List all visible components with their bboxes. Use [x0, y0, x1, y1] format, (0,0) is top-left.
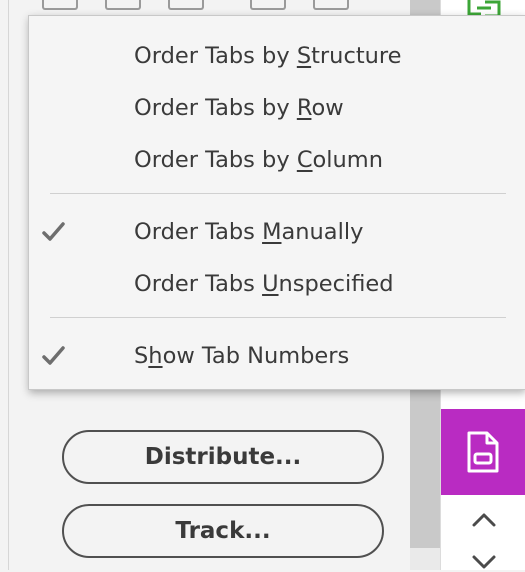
menu-item-label: Show Tab Numbers	[134, 343, 350, 369]
active-tool-button[interactable]	[441, 409, 525, 495]
menu-item-order-unspecified[interactable]: Order Tabs Unspecified	[29, 261, 525, 307]
menu-item-show-tab-numbers[interactable]: Show Tab Numbers	[29, 333, 525, 379]
chevron-up-icon[interactable]	[470, 510, 498, 530]
checkmark-icon	[42, 222, 65, 241]
menu-item-label: Order Tabs by Row	[134, 95, 344, 121]
menu-item-label: Order Tabs by Structure	[134, 43, 402, 69]
align-left-icon[interactable]	[42, 0, 78, 10]
menu-separator	[50, 317, 506, 318]
document-save-icon	[467, 431, 499, 473]
panel-divider	[8, 0, 9, 570]
checkmark-icon	[42, 346, 65, 365]
menu-separator	[50, 193, 506, 194]
align-right-icon[interactable]	[168, 0, 204, 10]
menu-item-order-by-column[interactable]: Order Tabs by Column	[29, 137, 525, 183]
match-height-icon[interactable]	[313, 0, 349, 10]
menu-item-order-by-structure[interactable]: Order Tabs by Structure	[29, 33, 525, 79]
match-width-icon[interactable]	[250, 0, 286, 10]
menu-item-label: Order Tabs by Column	[134, 147, 383, 173]
menu-item-label: Order Tabs Manually	[134, 219, 364, 245]
distribute-button[interactable]: Distribute...	[62, 430, 384, 484]
tab-order-context-menu: Order Tabs by Structure Order Tabs by Ro…	[28, 15, 525, 390]
align-center-icon[interactable]	[105, 0, 141, 10]
chevron-down-icon[interactable]	[470, 552, 498, 572]
menu-item-order-by-row[interactable]: Order Tabs by Row	[29, 85, 525, 131]
menu-item-order-manually[interactable]: Order Tabs Manually	[29, 209, 525, 255]
menu-item-label: Order Tabs Unspecified	[134, 271, 394, 297]
track-button[interactable]: Track...	[62, 504, 384, 558]
